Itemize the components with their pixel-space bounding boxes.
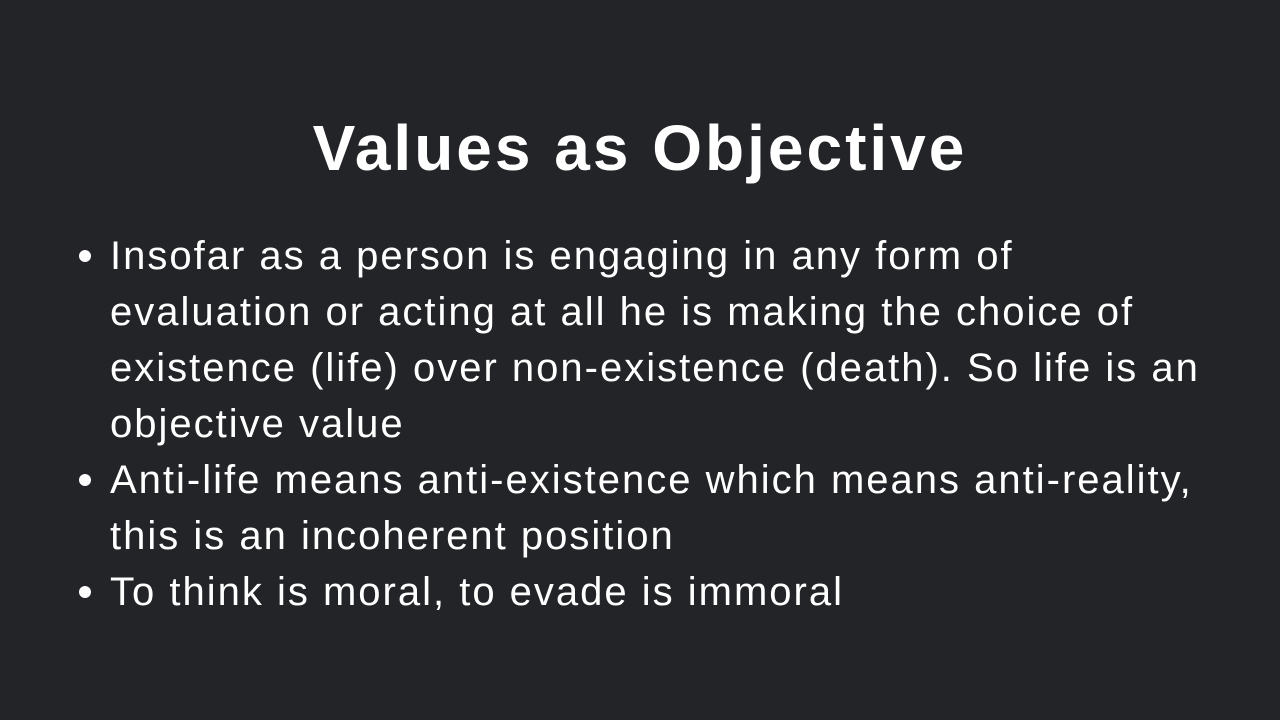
bullet-text: Anti-life means anti-existence which mea… <box>110 458 1193 558</box>
bullet-dot-icon <box>79 250 91 262</box>
bullet-item: Insofar as a person is engaging in any f… <box>79 228 1220 452</box>
bullet-list: Insofar as a person is engaging in any f… <box>79 228 1220 620</box>
bullet-item: To think is moral, to evade is immoral <box>79 564 1220 620</box>
bullet-dot-icon <box>79 474 91 486</box>
slide: Values as Objective Insofar as a person … <box>0 0 1280 720</box>
bullet-text: To think is moral, to evade is immoral <box>110 570 845 614</box>
bullet-dot-icon <box>79 586 91 598</box>
slide-title: Values as Objective <box>312 112 968 184</box>
bullet-item: Anti-life means anti-existence which mea… <box>79 452 1220 564</box>
bullet-text: Insofar as a person is engaging in any f… <box>110 234 1200 446</box>
